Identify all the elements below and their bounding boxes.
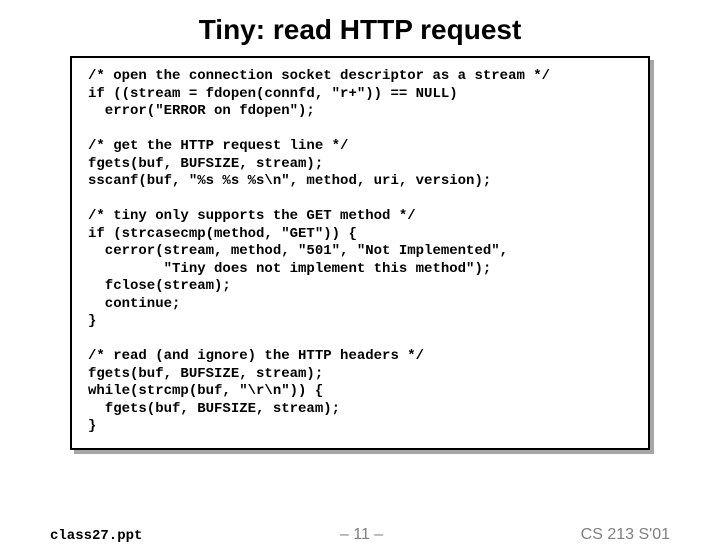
- footer-filename: class27.ppt: [50, 528, 142, 544]
- footer: class27.ppt – 11 – CS 213 S'01: [0, 526, 720, 544]
- footer-page-number: – 11 –: [340, 526, 383, 544]
- page-title: Tiny: read HTTP request: [0, 14, 720, 46]
- code-listing: /* open the connection socket descriptor…: [88, 68, 632, 436]
- code-box: /* open the connection socket descriptor…: [70, 56, 650, 450]
- footer-course: CS 213 S'01: [581, 526, 670, 544]
